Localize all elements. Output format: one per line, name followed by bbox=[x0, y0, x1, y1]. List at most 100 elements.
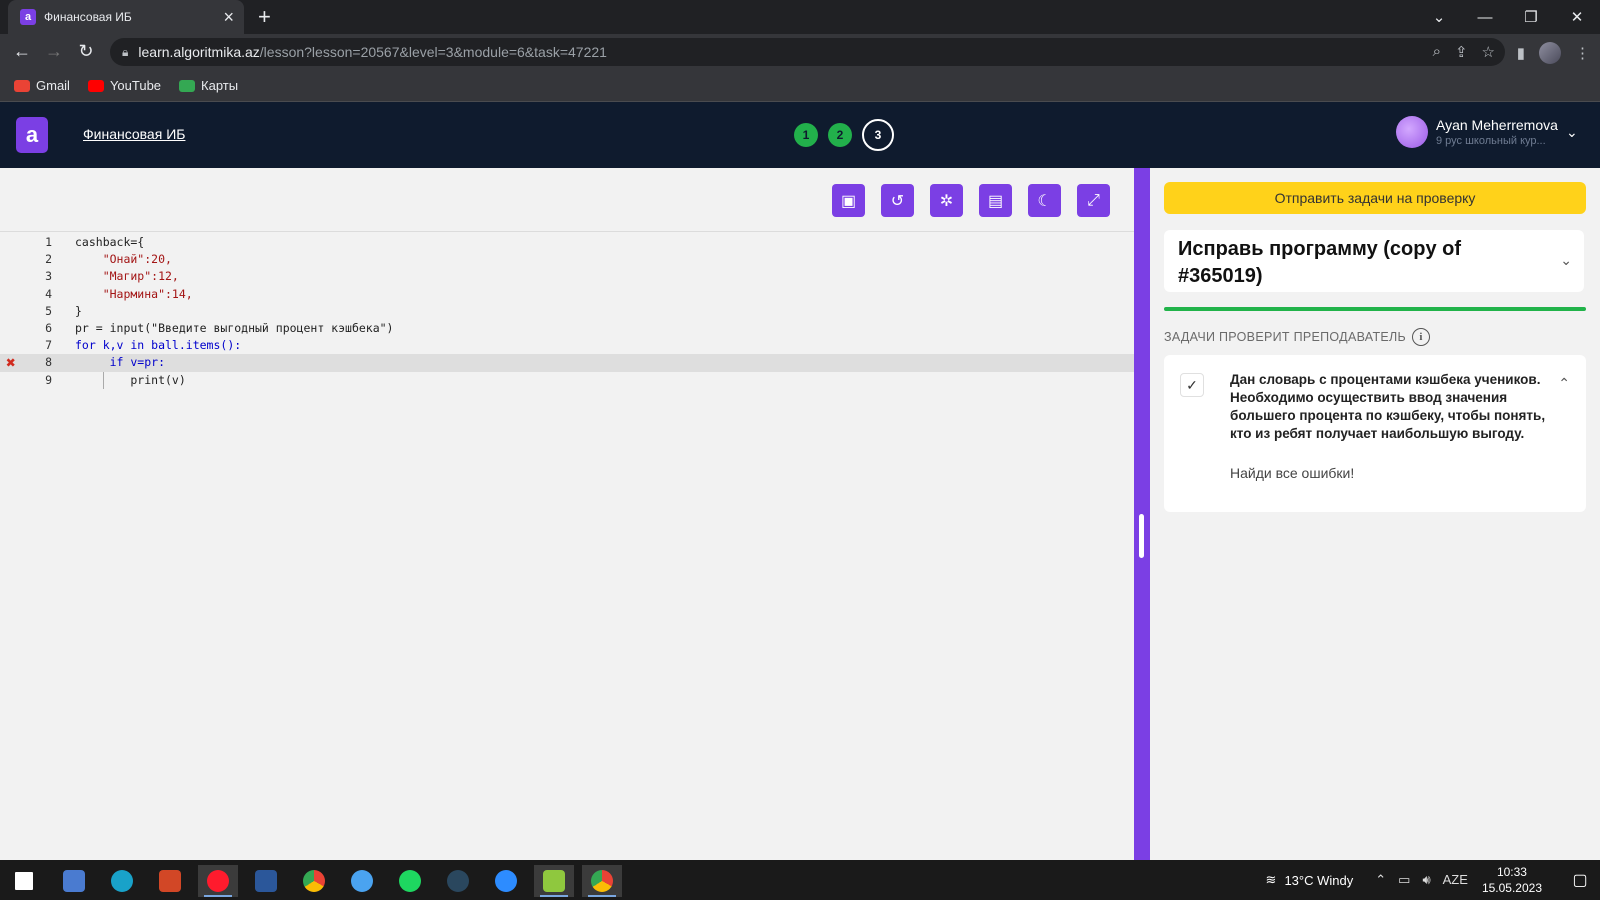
app-header: a Финансовая ИБ 1 2 3 Ayan Meherremova 9… bbox=[0, 102, 1600, 168]
task-description-card: ✓ Дан словарь с процентами кэшбека учени… bbox=[1164, 355, 1586, 512]
user-name: Ayan Meherremova bbox=[1436, 117, 1558, 133]
wind-icon: ≋ bbox=[1265, 872, 1277, 887]
bookmark-label: Gmail bbox=[36, 78, 70, 93]
zoom-icon[interactable]: ⌕ bbox=[1433, 43, 1441, 61]
submit-tasks-button[interactable]: Отправить задачи на проверку bbox=[1164, 182, 1586, 214]
code-text: "Нармина":14, bbox=[75, 286, 193, 301]
taskbar-chrome-active[interactable] bbox=[582, 865, 622, 897]
notification-icon[interactable]: ▢ bbox=[1560, 870, 1600, 890]
tab-search-icon[interactable]: ⌄ bbox=[1416, 8, 1462, 26]
taskbar-zoom[interactable] bbox=[486, 865, 526, 897]
browser-tab[interactable]: a Финансовая ИБ × bbox=[8, 0, 244, 34]
omnibox[interactable]: 🔒︎ learn.algoritmika.az/lesson?lesson=20… bbox=[110, 38, 1505, 66]
fullscreen-icon[interactable]: ⤢ bbox=[1077, 184, 1110, 217]
line-number: 6 bbox=[45, 320, 52, 335]
user-menu[interactable]: Ayan Meherremova 9 рус школьный кур... bbox=[1396, 116, 1558, 148]
line-number: 2 bbox=[45, 252, 52, 267]
share-icon[interactable]: ⇪ bbox=[1455, 43, 1468, 61]
taskbar-powerpoint[interactable] bbox=[150, 865, 190, 897]
omnibox-actions: ⌕ ⇪ ☆ bbox=[1433, 43, 1495, 61]
task-side-panel: Отправить задачи на проверку Исправь про… bbox=[1150, 168, 1600, 860]
course-title-link[interactable]: Финансовая ИБ bbox=[83, 126, 185, 142]
close-window-button[interactable]: ✕ bbox=[1554, 8, 1600, 26]
minimize-button[interactable]: — bbox=[1462, 9, 1508, 26]
restore-button[interactable]: ❐ bbox=[1508, 8, 1554, 26]
system-tray: ≋ 13°C Windy ⌃ ▭ 🔊︎ AZE 10:33 15.05.2023… bbox=[1266, 860, 1600, 900]
taskbar-opera[interactable] bbox=[198, 865, 238, 897]
browser-tabbar: a Финансовая ИБ × + ⌄ — ❐ ✕ bbox=[0, 0, 1600, 34]
tab-title: Финансовая ИБ bbox=[44, 10, 132, 24]
side-panel-icon[interactable]: ▮ bbox=[1517, 44, 1525, 62]
line-number: 9 bbox=[45, 372, 52, 387]
bookmark-label: Карты bbox=[201, 78, 239, 93]
code-text: for k,v in ball.items(): bbox=[75, 338, 242, 353]
resizer-handle[interactable] bbox=[1139, 514, 1144, 558]
new-tab-button[interactable]: + bbox=[258, 4, 271, 30]
start-button[interactable] bbox=[4, 865, 44, 897]
task-done-checkbox[interactable]: ✓ bbox=[1180, 373, 1204, 397]
chrome-icon bbox=[303, 870, 325, 892]
chevron-up-icon[interactable]: ⌃ bbox=[1558, 375, 1570, 392]
taskbar-calculator[interactable] bbox=[54, 865, 94, 897]
dark-mode-icon[interactable]: ☾ bbox=[1028, 184, 1061, 217]
taskbar-chrome[interactable] bbox=[294, 865, 334, 897]
taskbar-spotify[interactable] bbox=[390, 865, 430, 897]
opera-icon bbox=[207, 870, 229, 892]
line-number: 8 bbox=[45, 355, 52, 370]
teacher-check-text: ЗАДАЧИ ПРОВЕРИТ ПРЕПОДАВАТЕЛЬ bbox=[1164, 330, 1407, 344]
taskbar-steam[interactable] bbox=[438, 865, 478, 897]
code-text: print(v) bbox=[75, 372, 186, 387]
save-icon[interactable]: ▤ bbox=[979, 184, 1012, 217]
step-2[interactable]: 2 bbox=[828, 123, 852, 147]
bluestacks-icon bbox=[543, 870, 565, 892]
line-number: 7 bbox=[45, 338, 52, 353]
bookmark-youtube[interactable]: YouTube bbox=[87, 78, 161, 93]
line-number: 1 bbox=[45, 235, 52, 249]
taskbar-edge[interactable] bbox=[102, 865, 142, 897]
chrome-icon bbox=[591, 870, 613, 892]
weather-widget[interactable]: ≋ 13°C Windy bbox=[1266, 872, 1354, 888]
code-line: 4 "Нармина":14, bbox=[0, 286, 1134, 303]
reload-icon[interactable]: ↻ bbox=[74, 41, 98, 62]
run-code-icon[interactable]: ▣ bbox=[832, 184, 865, 217]
user-avatar bbox=[1396, 116, 1428, 148]
reset-icon[interactable]: ↺ bbox=[881, 184, 914, 217]
battery-icon[interactable]: ▭ bbox=[1398, 872, 1410, 888]
debug-icon[interactable]: ✲ bbox=[930, 184, 963, 217]
menu-kebab-icon[interactable]: ⋮ bbox=[1575, 44, 1590, 62]
chevron-down-icon[interactable]: ⌄ bbox=[1560, 252, 1572, 269]
profile-avatar[interactable] bbox=[1539, 42, 1561, 64]
chevron-down-icon[interactable]: ⌄ bbox=[1566, 124, 1578, 141]
language-indicator[interactable]: AZE bbox=[1443, 872, 1468, 888]
error-x-icon[interactable]: ✖ bbox=[3, 354, 19, 371]
editor-divider bbox=[0, 231, 1134, 232]
taskbar-word[interactable] bbox=[246, 865, 286, 897]
bookmark-gmail[interactable]: Gmail bbox=[14, 78, 70, 93]
line-number: 3 bbox=[45, 269, 52, 284]
info-icon[interactable]: i bbox=[1412, 328, 1431, 346]
task-title-card[interactable]: Исправь программу (copy of #365019) ⌄ bbox=[1164, 230, 1584, 292]
tab-close-icon[interactable]: × bbox=[223, 8, 234, 26]
task-hint: Найди все ошибки! bbox=[1230, 465, 1355, 481]
tray-icons: ⌃ ▭ 🔊︎ AZE bbox=[1375, 872, 1468, 888]
code-text: if v=pr: bbox=[75, 355, 166, 370]
code-line: 2 "Онай":20, bbox=[0, 251, 1134, 268]
address-bar-row: ← → ↻ 🔒︎ learn.algoritmika.az/lesson?les… bbox=[0, 34, 1600, 70]
code-area[interactable]: 1 cashback={ 2 "Онай":20, 3 "Магир":12, … bbox=[0, 234, 1134, 389]
algoritmika-logo[interactable]: a bbox=[16, 117, 48, 153]
taskbar-app-blue[interactable] bbox=[342, 865, 382, 897]
clock[interactable]: 10:33 15.05.2023 bbox=[1482, 864, 1542, 896]
bookmark-star-icon[interactable]: ☆ bbox=[1482, 43, 1495, 61]
step-3-active[interactable]: 3 bbox=[862, 119, 894, 151]
volume-icon[interactable]: 🔊︎ bbox=[1422, 872, 1430, 888]
forward-icon[interactable]: → bbox=[42, 41, 66, 62]
taskbar-bluestacks[interactable] bbox=[534, 865, 574, 897]
bookmarks-bar: Gmail YouTube Карты bbox=[0, 70, 1600, 102]
editor-toolbar: ▣ ↺ ✲ ▤ ☾ ⤢ bbox=[832, 184, 1110, 217]
step-1[interactable]: 1 bbox=[794, 123, 818, 147]
back-icon[interactable]: ← bbox=[10, 41, 34, 62]
pane-resizer[interactable] bbox=[1134, 168, 1150, 860]
bookmark-maps[interactable]: Карты bbox=[179, 78, 238, 93]
chevron-up-icon[interactable]: ⌃ bbox=[1375, 872, 1386, 888]
zoom-icon bbox=[495, 870, 517, 892]
